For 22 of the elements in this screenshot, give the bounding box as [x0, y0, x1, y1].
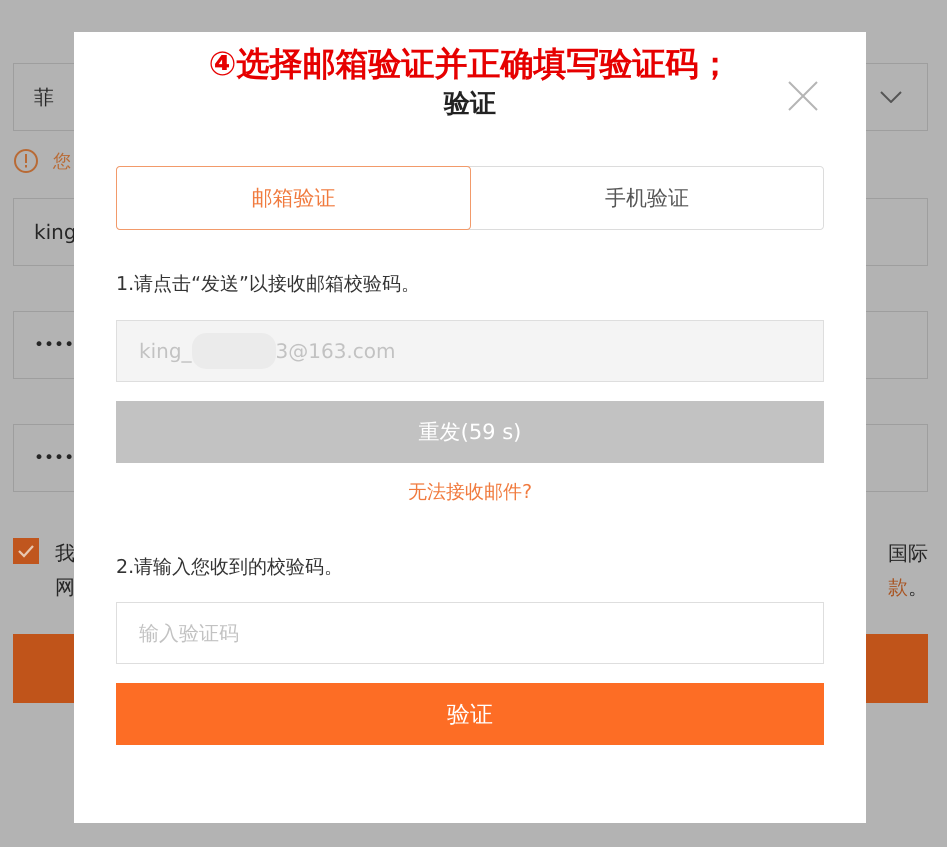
help-link[interactable]: 无法接收邮件? — [408, 478, 532, 506]
password-dots: •••• — [34, 448, 74, 468]
notice-text: 您 — [53, 150, 71, 173]
agreement-text: 。 — [908, 574, 928, 601]
verification-tab[interactable]: 邮箱验证 — [116, 166, 470, 230]
agreement-text: 国际 — [888, 540, 928, 567]
agreement-text: 我 — [55, 540, 75, 567]
chevron-down-icon — [880, 91, 902, 103]
agreement-text: 网 — [55, 574, 75, 601]
info-icon — [13, 148, 39, 174]
terms-link[interactable]: 款 — [888, 570, 908, 604]
close-icon[interactable] — [788, 81, 818, 111]
check-icon — [17, 544, 35, 558]
code-input[interactable]: 输入验证码 — [116, 602, 824, 664]
dialog-title: 验证 — [444, 88, 496, 121]
instruction-text: 2.请输入您收到的校验码。 — [116, 555, 344, 580]
agreement-checkbox[interactable] — [13, 538, 39, 564]
select-value: 菲 — [34, 84, 54, 110]
annotation-text: ④选择邮箱验证并正确填写验证码； — [208, 43, 732, 85]
verify-button[interactable]: 验证 — [116, 683, 824, 745]
instruction-text: 1.请点击“发送”以接收邮箱校验码。 — [116, 272, 420, 297]
password-dots: •••• — [34, 335, 74, 355]
